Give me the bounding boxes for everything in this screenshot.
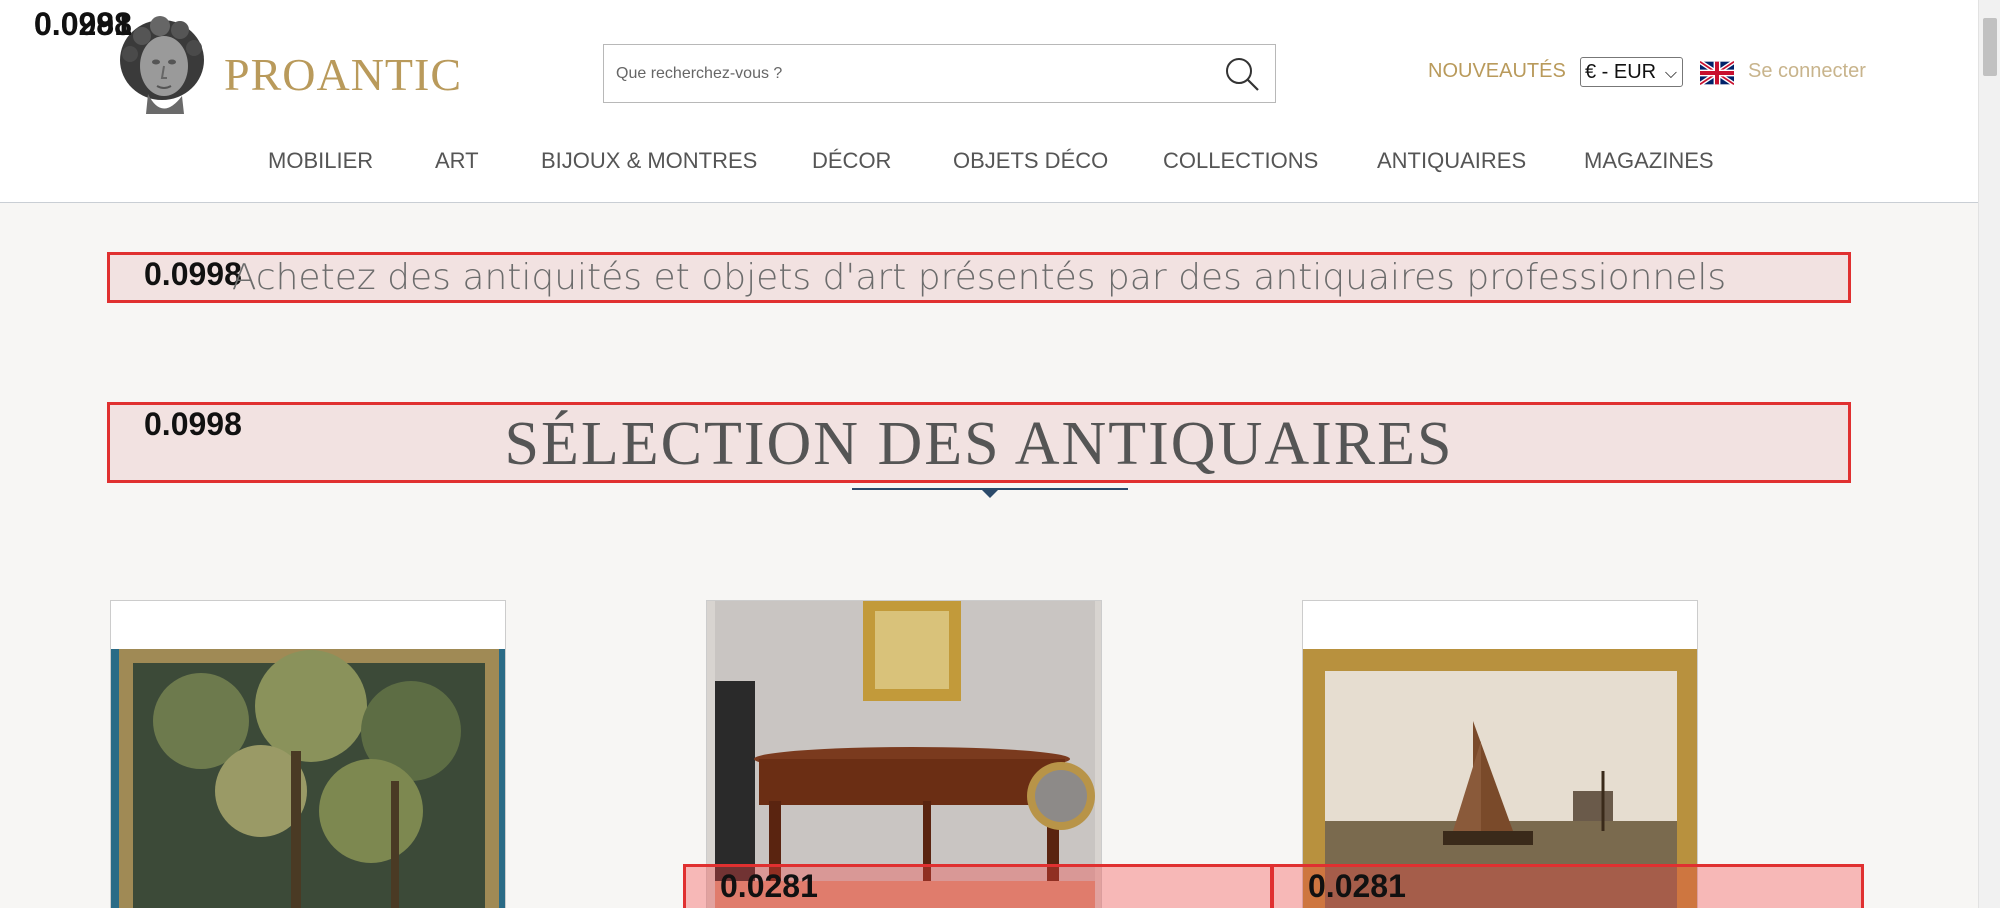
nav-item-bijoux-montres[interactable]: BIJOUX & MONTRES xyxy=(541,148,757,174)
card-score-2: 0.0281 xyxy=(1308,868,1406,904)
nav-item-decor[interactable]: DÉCOR xyxy=(812,148,891,174)
section-title-box: 0.0998 SÉLECTION DES ANTIQUAIRES xyxy=(107,402,1851,483)
product-card-painting[interactable] xyxy=(1302,600,1698,908)
nav-item-collections[interactable]: COLLECTIONS xyxy=(1163,148,1318,174)
nav-item-art[interactable]: ART xyxy=(435,148,479,174)
card-score-1: 0.0281 xyxy=(720,868,818,904)
tagline-text: Achetez des antiquités et objets d'art p… xyxy=(231,257,1727,298)
corner-score-b: 0.0998 xyxy=(34,6,132,42)
nav-item-magazines[interactable]: MAGAZINES xyxy=(1584,148,1714,174)
section-title: SÉLECTION DES ANTIQUAIRES xyxy=(504,410,1454,478)
site-header: PROANTIC NOUVEAUTÉS € - EUR ⌵ Se connect… xyxy=(0,0,1978,203)
chevron-down-icon: ⌵ xyxy=(1664,65,1677,82)
desk-image xyxy=(707,601,1101,908)
search-icon[interactable] xyxy=(1223,55,1261,93)
page-scrollbar[interactable] xyxy=(1978,0,2000,908)
search-input[interactable] xyxy=(616,45,1206,102)
card-overlay-box-1: 0.0281 xyxy=(683,864,1273,908)
currency-select[interactable]: € - EUR ⌵ xyxy=(1580,57,1683,87)
card-overlay-box-2: 0.0281 xyxy=(1271,864,1864,908)
product-card-desk[interactable] xyxy=(706,600,1102,908)
nav-item-antiquaires[interactable]: ANTIQUAIRES xyxy=(1377,148,1526,174)
logo-text[interactable]: PROANTIC xyxy=(224,48,462,101)
tapestry-image xyxy=(111,649,505,908)
currency-value: € - EUR xyxy=(1585,61,1657,83)
search-box xyxy=(603,44,1276,103)
login-link[interactable]: Se connecter xyxy=(1748,60,1866,83)
product-card-tapestry[interactable] xyxy=(110,600,506,908)
divider-arrow-icon xyxy=(982,490,998,498)
painting-image xyxy=(1303,649,1697,908)
scrollbar-thumb[interactable] xyxy=(1983,18,1997,76)
main-nav: MOBILIER ART BIJOUX & MONTRES DÉCOR OBJE… xyxy=(0,148,1978,178)
uk-flag-icon[interactable] xyxy=(1700,60,1734,86)
nouveautes-link[interactable]: NOUVEAUTÉS xyxy=(1428,60,1566,83)
tagline-box: 0.0998 Achetez des antiquités et objets … xyxy=(107,252,1851,303)
nav-item-mobilier[interactable]: MOBILIER xyxy=(268,148,373,174)
nav-item-objets-deco[interactable]: OBJETS DÉCO xyxy=(953,148,1108,174)
